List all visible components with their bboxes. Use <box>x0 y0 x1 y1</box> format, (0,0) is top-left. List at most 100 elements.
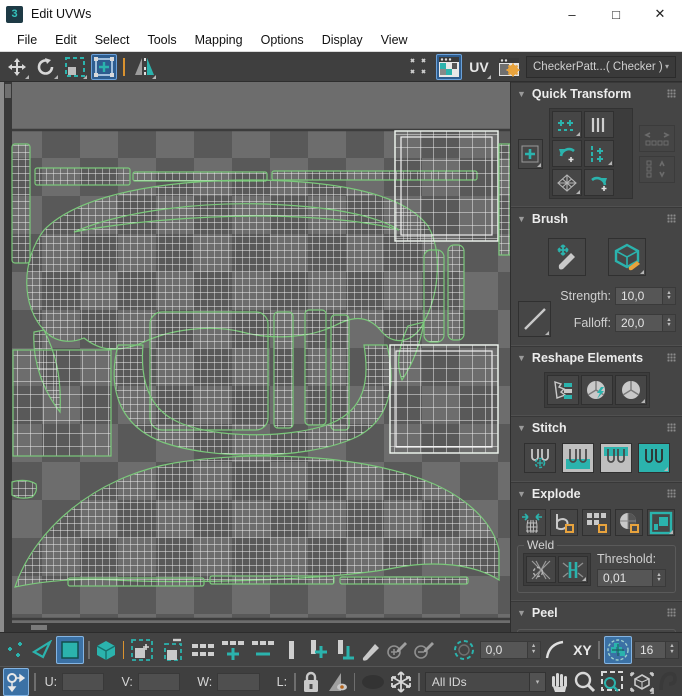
soft-selection-value[interactable]: 0,0 <box>480 641 528 659</box>
filter-selected-faces-button[interactable] <box>360 669 386 695</box>
uv-island[interactable] <box>13 350 111 456</box>
menu-view[interactable]: View <box>372 28 417 51</box>
paint-move-brush-button[interactable] <box>604 636 632 664</box>
weld-selected-button[interactable] <box>558 556 588 583</box>
rotate-ccw-button[interactable] <box>552 140 582 167</box>
grow-paint-button[interactable] <box>385 637 409 663</box>
falloff-space-label[interactable]: XY <box>573 642 592 658</box>
collapse-arrow-icon[interactable]: ▼ <box>517 214 526 224</box>
u-input[interactable] <box>62 673 104 691</box>
panel-grip-icon[interactable] <box>667 353 676 362</box>
freeze-selected-button[interactable] <box>389 669 413 695</box>
uv-channel-button[interactable]: UV <box>466 54 492 80</box>
stitch-custom-button[interactable] <box>524 443 556 473</box>
panel-grip-icon[interactable] <box>667 89 676 98</box>
menu-edit[interactable]: Edit <box>46 28 86 51</box>
threshold-value[interactable]: 0,01 <box>597 569 653 587</box>
relax-until-flat-button[interactable] <box>581 375 613 405</box>
straighten-selection-button[interactable] <box>547 375 579 405</box>
close-button[interactable]: ✕ <box>638 0 682 28</box>
uv-island[interactable] <box>68 578 204 586</box>
uv-island[interactable] <box>390 345 498 453</box>
menu-select[interactable]: Select <box>86 28 139 51</box>
spinner-arrows[interactable]: ▲▼ <box>666 641 679 659</box>
shrink-ring-button[interactable] <box>332 637 356 663</box>
falloff-spinner[interactable]: 20,0 ▲▼ <box>615 314 676 332</box>
stitch-selected-button[interactable] <box>638 443 670 473</box>
uv-island[interactable] <box>12 144 30 263</box>
collapse-arrow-icon[interactable]: ▼ <box>517 489 526 499</box>
relax-brush-button[interactable] <box>608 238 646 276</box>
lock-selection-button[interactable] <box>301 669 322 695</box>
element-mode-button[interactable] <box>94 637 118 663</box>
select-element-off-button[interactable] <box>159 636 187 664</box>
uv-island[interactable] <box>150 312 268 430</box>
pack-normalize-button[interactable] <box>552 169 582 196</box>
uv-island[interactable] <box>35 168 130 185</box>
map-options-button[interactable] <box>496 54 522 80</box>
uv-island[interactable] <box>305 310 326 425</box>
absolute-mode-button[interactable] <box>3 668 29 696</box>
grid-size-spinner[interactable]: 16 ▲▼ <box>634 641 679 659</box>
relax-button[interactable] <box>615 375 647 405</box>
strength-value[interactable]: 10,0 <box>615 287 663 305</box>
flatten-by-group-button[interactable] <box>582 509 610 536</box>
uv-island[interactable] <box>424 250 444 342</box>
uv-canvas[interactable] <box>4 82 510 632</box>
uv-island[interactable] <box>274 312 293 428</box>
panel-grip-icon[interactable] <box>667 608 676 617</box>
zoom-extents-button[interactable] <box>629 669 655 695</box>
shrink-loop-button[interactable] <box>249 636 277 664</box>
soft-selection-button[interactable] <box>449 636 477 664</box>
mirror-button[interactable] <box>131 54 157 80</box>
polygon-mode-button[interactable] <box>56 636 84 664</box>
uv-island[interactable] <box>395 131 498 241</box>
explode-header[interactable]: ▼ Explode <box>511 483 682 504</box>
uv-island[interactable] <box>499 144 510 255</box>
rotate-cw-button[interactable] <box>584 169 614 196</box>
collapse-arrow-icon[interactable]: ▼ <box>517 89 526 99</box>
pan-button[interactable] <box>549 669 570 695</box>
align-horizontal-button[interactable] <box>552 111 582 138</box>
shrink-paint-button[interactable] <box>412 637 436 663</box>
falloff-curve-button[interactable] <box>518 301 551 337</box>
space-horizontal-button[interactable] <box>639 125 675 152</box>
grow-loop-button[interactable] <box>219 636 247 664</box>
menu-display[interactable]: Display <box>313 28 372 51</box>
texture-selector-dropdown[interactable]: CheckerPatt...( Checker ) ▾ <box>526 56 676 78</box>
maximize-button[interactable]: □ <box>594 0 638 28</box>
threshold-spinner[interactable]: 0,01 ▲▼ <box>597 569 670 587</box>
menu-mapping[interactable]: Mapping <box>186 28 252 51</box>
move-brush-button[interactable] <box>548 238 586 276</box>
menu-options[interactable]: Options <box>252 28 313 51</box>
zoom-region-button[interactable] <box>600 669 626 695</box>
grid-size-value[interactable]: 16 <box>634 641 666 659</box>
material-id-dropdown[interactable]: All IDs ▾ <box>425 672 546 692</box>
grow-ring-button[interactable] <box>306 637 330 663</box>
peel-header[interactable]: ▼ Peel <box>511 602 682 623</box>
rotate-button[interactable] <box>33 54 59 80</box>
uv-island[interactable] <box>340 577 468 584</box>
stitch-header[interactable]: ▼ Stitch <box>511 417 682 438</box>
space-vertical-button[interactable] <box>639 156 675 183</box>
menu-tools[interactable]: Tools <box>138 28 185 51</box>
flatten-custom-button[interactable] <box>647 509 675 536</box>
freeform-mode-button[interactable] <box>91 54 117 80</box>
vertical-scrollbar[interactable] <box>4 82 12 632</box>
zoom-to-gizmo-button[interactable] <box>658 669 679 695</box>
target-weld-button[interactable] <box>526 556 556 583</box>
w-input[interactable] <box>217 673 259 691</box>
select-element-on-button[interactable] <box>128 636 156 664</box>
falloff-curve-button[interactable] <box>543 637 567 663</box>
vertical-scrollbar-thumb[interactable] <box>5 84 11 98</box>
quick-transform-gizmo-button[interactable] <box>518 139 543 169</box>
collapse-arrow-icon[interactable]: ▼ <box>517 353 526 363</box>
align-vertical-button[interactable] <box>584 140 614 167</box>
menu-file[interactable]: File <box>8 28 46 51</box>
soft-selection-spinner[interactable]: 0,0 ▲▼ <box>480 641 541 659</box>
stitch-target-button[interactable] <box>600 443 632 473</box>
strength-spinner[interactable]: 10,0 ▲▼ <box>615 287 676 305</box>
v-input[interactable] <box>138 673 180 691</box>
uv-island[interactable] <box>331 315 349 430</box>
quick-transform-header[interactable]: ▼ Quick Transform <box>511 83 682 104</box>
